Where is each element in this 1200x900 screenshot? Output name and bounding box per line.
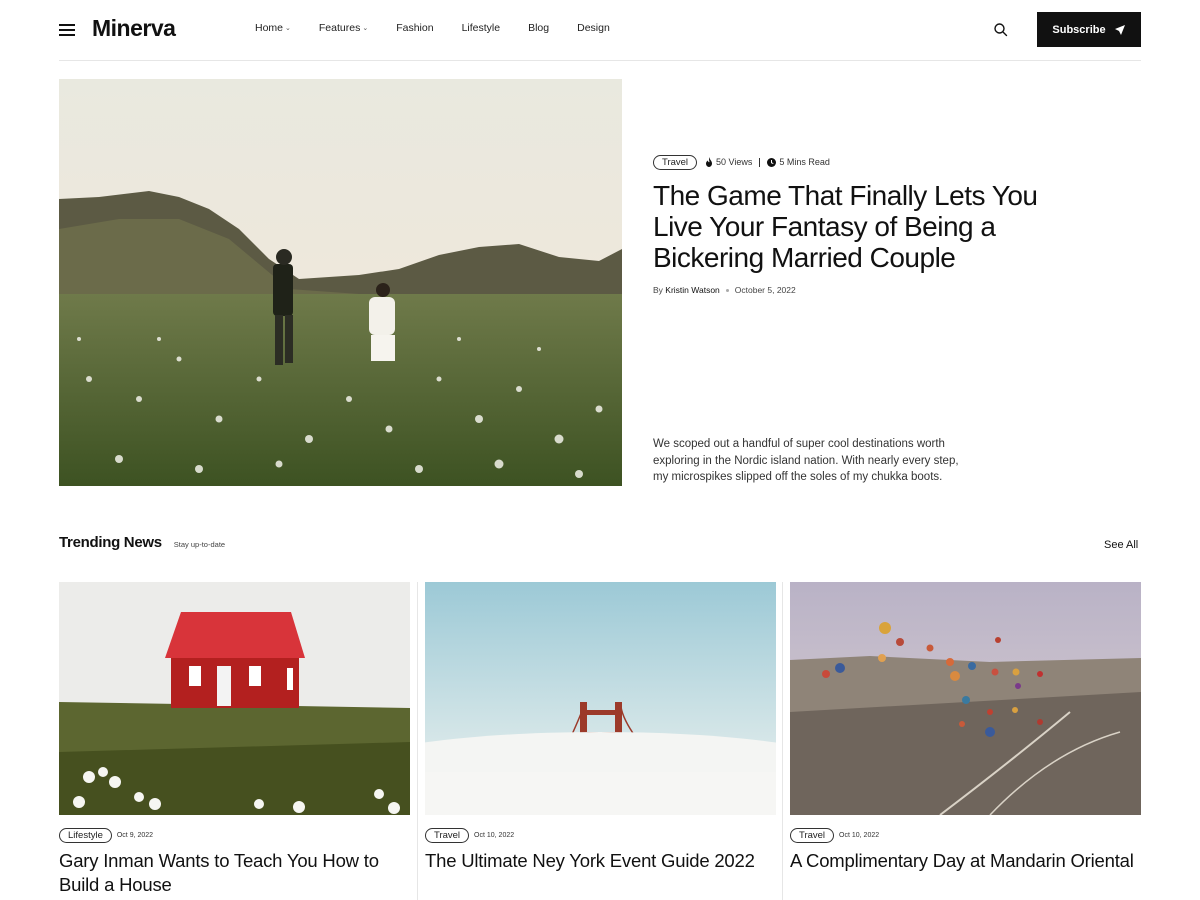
card-category-tag[interactable]: Travel xyxy=(425,828,470,843)
see-all-link[interactable]: See All xyxy=(1104,539,1138,551)
nav-fashion[interactable]: Fashion xyxy=(396,22,433,34)
hero-read-time-label: 5 Mins Read xyxy=(779,157,830,167)
card-meta: Travel Oct 10, 2022 xyxy=(425,828,776,843)
card-image-bridge-fog[interactable] xyxy=(425,582,776,815)
clock-icon xyxy=(767,157,777,167)
card-meta: Travel Oct 10, 2022 xyxy=(790,828,1141,843)
column-divider xyxy=(782,582,783,900)
hero-views-label: 50 Views xyxy=(716,157,753,167)
chevron-down-icon: ⌄ xyxy=(362,25,369,32)
nav-home-label: Home xyxy=(255,22,284,34)
nav-features[interactable]: Features ⌄ xyxy=(319,22,368,34)
nav-design-label: Design xyxy=(577,22,610,34)
hero-category-tag[interactable]: Travel xyxy=(653,154,698,170)
article-card: Travel Oct 10, 2022 A Complimentary Day … xyxy=(790,582,1141,873)
column-divider xyxy=(417,582,418,900)
nav-blog[interactable]: Blog xyxy=(528,22,549,34)
trending-title: Trending News xyxy=(59,534,162,551)
flame-icon xyxy=(706,157,713,167)
hero-content: Travel 50 Views 5 Mins Read The Game Tha… xyxy=(653,154,1073,295)
nav-fashion-label: Fashion xyxy=(396,22,434,34)
chevron-down-icon: ⌄ xyxy=(285,25,291,32)
card-date: Oct 9, 2022 xyxy=(116,832,154,839)
article-card: Travel Oct 10, 2022 The Ultimate Ney Yor… xyxy=(425,582,776,873)
hero-meta: Travel 50 Views 5 Mins Read xyxy=(653,154,1073,170)
card-date: Oct 10, 2022 xyxy=(839,832,880,839)
card-category-tag[interactable]: Travel xyxy=(790,828,835,843)
nav-home[interactable]: Home ⌄ xyxy=(255,22,291,34)
hero-views: 50 Views xyxy=(705,157,752,167)
hero-excerpt: We scoped out a handful of super cool de… xyxy=(653,438,959,483)
site-logo[interactable]: Minerva xyxy=(92,15,176,42)
nav-features-label: Features xyxy=(318,22,361,34)
card-image-red-house[interactable] xyxy=(59,582,410,815)
main-nav: Home ⌄ Features ⌄ Fashion Lifestyle Blog D… xyxy=(255,22,638,34)
nav-design[interactable]: Design xyxy=(577,22,610,34)
nav-blog-label: Blog xyxy=(528,22,550,34)
card-title[interactable]: A Complimentary Day at Mandarin Oriental xyxy=(790,849,1141,873)
card-date: Oct 10, 2022 xyxy=(474,832,515,839)
byline-dot xyxy=(725,288,729,292)
search-icon[interactable] xyxy=(993,22,1009,38)
send-icon xyxy=(1114,24,1125,35)
subscribe-label: Subscribe xyxy=(1052,23,1106,36)
trending-subtitle: Stay up-to-date xyxy=(173,540,226,549)
nav-lifestyle-label: Lifestyle xyxy=(461,22,501,34)
hero-byline: By Kristin Watson October 5, 2022 xyxy=(653,285,1073,295)
hero-author[interactable]: Kristin Watson xyxy=(665,285,719,295)
hero-image[interactable] xyxy=(59,79,622,486)
subscribe-button[interactable]: Subscribe xyxy=(1037,12,1141,47)
hero-read-time: 5 Mins Read xyxy=(767,157,830,167)
card-meta: Lifestyle Oct 9, 2022 xyxy=(59,828,410,843)
nav-lifestyle[interactable]: Lifestyle xyxy=(462,22,501,34)
site-header: Minerva Home ⌄ Features ⌄ Fashion Lifestyl… xyxy=(59,0,1141,61)
hero-title[interactable]: The Game That Finally Lets You Live Your… xyxy=(653,180,1053,273)
hero-date: October 5, 2022 xyxy=(734,285,796,295)
byline-prefix: By xyxy=(653,285,663,295)
card-title[interactable]: Gary Inman Wants to Teach You How to Bui… xyxy=(59,849,410,897)
card-category-tag[interactable]: Lifestyle xyxy=(59,828,112,843)
meta-divider xyxy=(759,157,761,167)
menu-icon[interactable] xyxy=(59,24,75,36)
article-card: Lifestyle Oct 9, 2022 Gary Inman Wants t… xyxy=(59,582,410,897)
card-image-balloons[interactable] xyxy=(790,582,1141,815)
trending-header: Trending News Stay up-to-date xyxy=(59,534,225,551)
card-title[interactable]: The Ultimate Ney York Event Guide 2022 xyxy=(425,849,776,873)
